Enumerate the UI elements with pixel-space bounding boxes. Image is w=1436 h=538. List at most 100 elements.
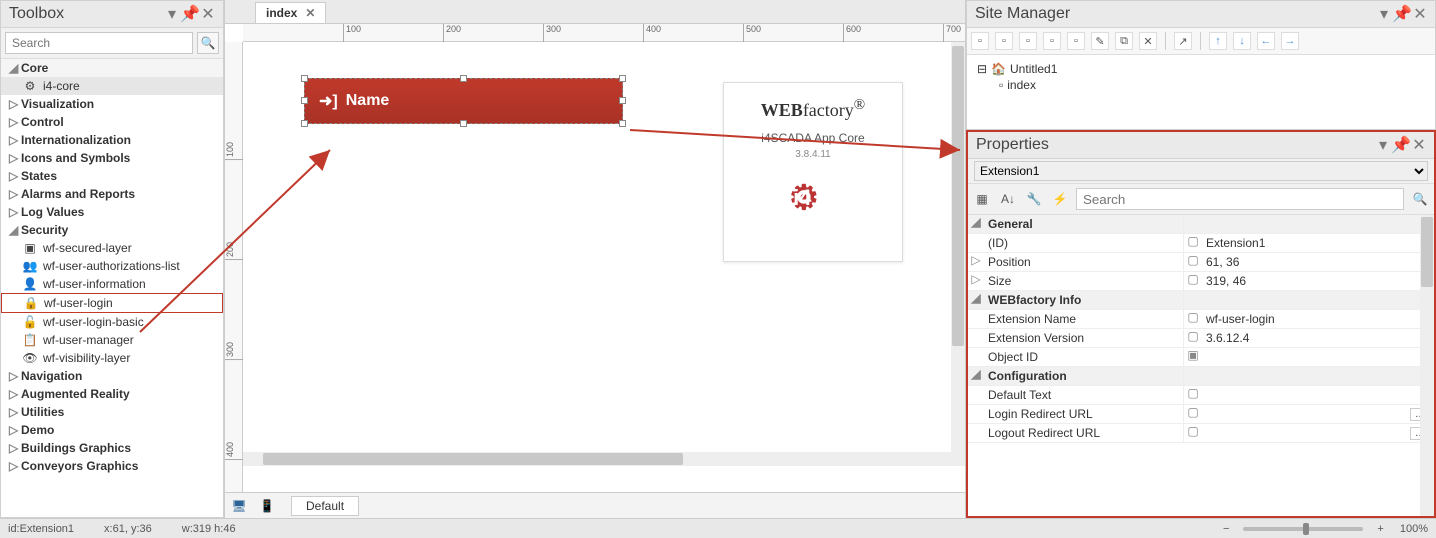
group-core[interactable]: ◢Core xyxy=(1,59,223,77)
prop-object-id[interactable]: Object ID▣ xyxy=(968,348,1434,367)
databind-icon[interactable]: ▢ xyxy=(1184,234,1202,252)
group-wfinfo[interactable]: ◢WEBfactory Info xyxy=(968,291,1434,310)
folder-icon[interactable]: ▫ xyxy=(1067,32,1085,50)
item-user-manager[interactable]: 📋wf-user-manager xyxy=(1,331,223,349)
prop-id[interactable]: (ID)▢Extension1 xyxy=(968,234,1434,253)
item-i4-core[interactable]: ⚙i4-core xyxy=(1,77,223,95)
prop-extension-name[interactable]: Extension Name▢wf-user-login xyxy=(968,310,1434,329)
tab-index[interactable]: index ✕ xyxy=(255,2,326,23)
group-general[interactable]: ◢General xyxy=(968,215,1434,234)
scroll-thumb[interactable] xyxy=(263,453,683,465)
group-utilities[interactable]: ▷Utilities xyxy=(1,403,223,421)
expand-icon[interactable]: ⊟ xyxy=(977,62,987,76)
new-page-icon[interactable]: ▫ xyxy=(971,32,989,50)
resize-handle[interactable] xyxy=(301,75,308,82)
databind-icon[interactable]: ▣ xyxy=(1184,348,1202,366)
group-intl[interactable]: ▷Internationalization xyxy=(1,131,223,149)
group-security[interactable]: ◢Security xyxy=(1,221,223,239)
arrow-right-icon[interactable]: → xyxy=(1281,32,1299,50)
group-buildings[interactable]: ▷Buildings Graphics xyxy=(1,439,223,457)
group-log[interactable]: ▷Log Values xyxy=(1,203,223,221)
vertical-scrollbar[interactable] xyxy=(951,42,965,452)
group-navigation[interactable]: ▷Navigation xyxy=(1,367,223,385)
item-user-login-basic[interactable]: 🔓wf-user-login-basic xyxy=(1,313,223,331)
wf-user-login-widget[interactable]: ➜] Name xyxy=(304,78,623,124)
prop-default-text[interactable]: Default Text▢ xyxy=(968,386,1434,405)
item-user-login[interactable]: 🔒wf-user-login xyxy=(1,293,223,313)
dropdown-icon[interactable]: ▾ xyxy=(165,7,179,21)
resize-handle[interactable] xyxy=(460,75,467,82)
prop-logout-redirect[interactable]: Logout Redirect URL▢… xyxy=(968,424,1434,443)
databind-icon[interactable]: ▢ xyxy=(1184,253,1202,271)
group-ar[interactable]: ▷Augmented Reality xyxy=(1,385,223,403)
group-visualization[interactable]: ▷Visualization xyxy=(1,95,223,113)
search-icon[interactable]: 🔍 xyxy=(1410,189,1430,209)
resize-handle[interactable] xyxy=(619,97,626,104)
group-demo[interactable]: ▷Demo xyxy=(1,421,223,439)
arrow-up-icon[interactable]: ↑ xyxy=(1209,32,1227,50)
dropdown-icon[interactable]: ▾ xyxy=(1377,7,1391,21)
scroll-thumb[interactable] xyxy=(1421,217,1433,287)
properties-search-input[interactable] xyxy=(1076,188,1404,210)
close-icon[interactable]: ✕ xyxy=(201,7,215,21)
arrow-left-icon[interactable]: ← xyxy=(1257,32,1275,50)
delete-icon[interactable]: ✕ xyxy=(1139,32,1157,50)
close-icon[interactable]: ✕ xyxy=(1412,138,1426,152)
zoom-in-icon[interactable]: + xyxy=(1371,523,1389,535)
databind-icon[interactable]: ▢ xyxy=(1184,424,1202,442)
scroll-thumb[interactable] xyxy=(952,46,964,346)
item-secured-layer[interactable]: ▣wf-secured-layer xyxy=(1,239,223,257)
prop-extension-version[interactable]: Extension Version▢3.6.12.4 xyxy=(968,329,1434,348)
toolbox-tree[interactable]: ◢Core ⚙i4-core ▷Visualization ▷Control ▷… xyxy=(1,58,223,517)
export-icon[interactable]: ↗ xyxy=(1174,32,1192,50)
prop-size[interactable]: ▷Size▢319, 46 xyxy=(968,272,1434,291)
copy-icon[interactable]: ⧉ xyxy=(1115,32,1133,50)
prop-position[interactable]: ▷Position▢61, 36 xyxy=(968,253,1434,272)
group-conveyors[interactable]: ▷Conveyors Graphics xyxy=(1,457,223,475)
databind-icon[interactable]: ▢ xyxy=(1184,272,1202,290)
resize-handle[interactable] xyxy=(619,75,626,82)
site-root[interactable]: ⊟🏠Untitled1 xyxy=(977,61,1425,77)
new-folder-icon[interactable]: ▫ xyxy=(1043,32,1061,50)
pin-icon[interactable]: 📌 xyxy=(1394,138,1408,152)
new-page2-icon[interactable]: ▫ xyxy=(995,32,1013,50)
device-mobile-icon[interactable]: 📱 xyxy=(255,496,279,516)
item-user-auth[interactable]: 👥wf-user-authorizations-list xyxy=(1,257,223,275)
search-button[interactable]: 🔍 xyxy=(197,32,219,54)
device-desktop-icon[interactable]: 🖥 xyxy=(227,496,251,516)
artboard[interactable]: ➜] Name WEBfactory® i4SCADA App Core 3.8… xyxy=(243,42,965,492)
app-core-card[interactable]: WEBfactory® i4SCADA App Core 3.8.4.11 ⚙i… xyxy=(723,82,903,262)
canvas[interactable]: 100200300400500600700 100200300400 ➜] Na… xyxy=(225,24,965,492)
edit-icon[interactable]: ✎ xyxy=(1091,32,1109,50)
databind-icon[interactable]: ▢ xyxy=(1184,310,1202,328)
resize-handle[interactable] xyxy=(460,120,467,127)
zoom-slider[interactable] xyxy=(1243,527,1363,531)
databind-icon[interactable]: ▢ xyxy=(1184,329,1202,347)
resize-handle[interactable] xyxy=(619,120,626,127)
item-user-info[interactable]: 👤wf-user-information xyxy=(1,275,223,293)
properties-grid[interactable]: ◢General (ID)▢Extension1 ▷Position▢61, 3… xyxy=(968,215,1434,516)
databind-icon[interactable]: ▢ xyxy=(1184,405,1202,423)
databind-icon[interactable]: ▢ xyxy=(1184,386,1202,404)
group-states[interactable]: ▷States xyxy=(1,167,223,185)
new-master-icon[interactable]: ▫ xyxy=(1019,32,1037,50)
slider-thumb[interactable] xyxy=(1303,523,1309,535)
dropdown-icon[interactable]: ▾ xyxy=(1376,138,1390,152)
group-icons[interactable]: ▷Icons and Symbols xyxy=(1,149,223,167)
arrow-down-icon[interactable]: ↓ xyxy=(1233,32,1251,50)
lightning-icon[interactable]: ⚡ xyxy=(1050,189,1070,209)
site-page-index[interactable]: ▫index xyxy=(999,77,1425,93)
alphabetical-icon[interactable]: A↓ xyxy=(998,189,1018,209)
close-icon[interactable]: ✕ xyxy=(1413,7,1427,21)
pin-icon[interactable]: 📌 xyxy=(183,7,197,21)
horizontal-scrollbar[interactable] xyxy=(243,452,965,466)
site-tree[interactable]: ⊟🏠Untitled1 ▫index xyxy=(967,55,1435,129)
wrench-icon[interactable]: 🔧 xyxy=(1024,189,1044,209)
object-selector[interactable]: Extension1 xyxy=(974,161,1428,181)
prop-login-redirect[interactable]: Login Redirect URL▢… xyxy=(968,405,1434,424)
layer-selector[interactable]: Default xyxy=(291,496,359,516)
toolbox-search-input[interactable] xyxy=(5,32,193,54)
resize-handle[interactable] xyxy=(301,97,308,104)
pin-icon[interactable]: 📌 xyxy=(1395,7,1409,21)
group-config[interactable]: ◢Configuration xyxy=(968,367,1434,386)
